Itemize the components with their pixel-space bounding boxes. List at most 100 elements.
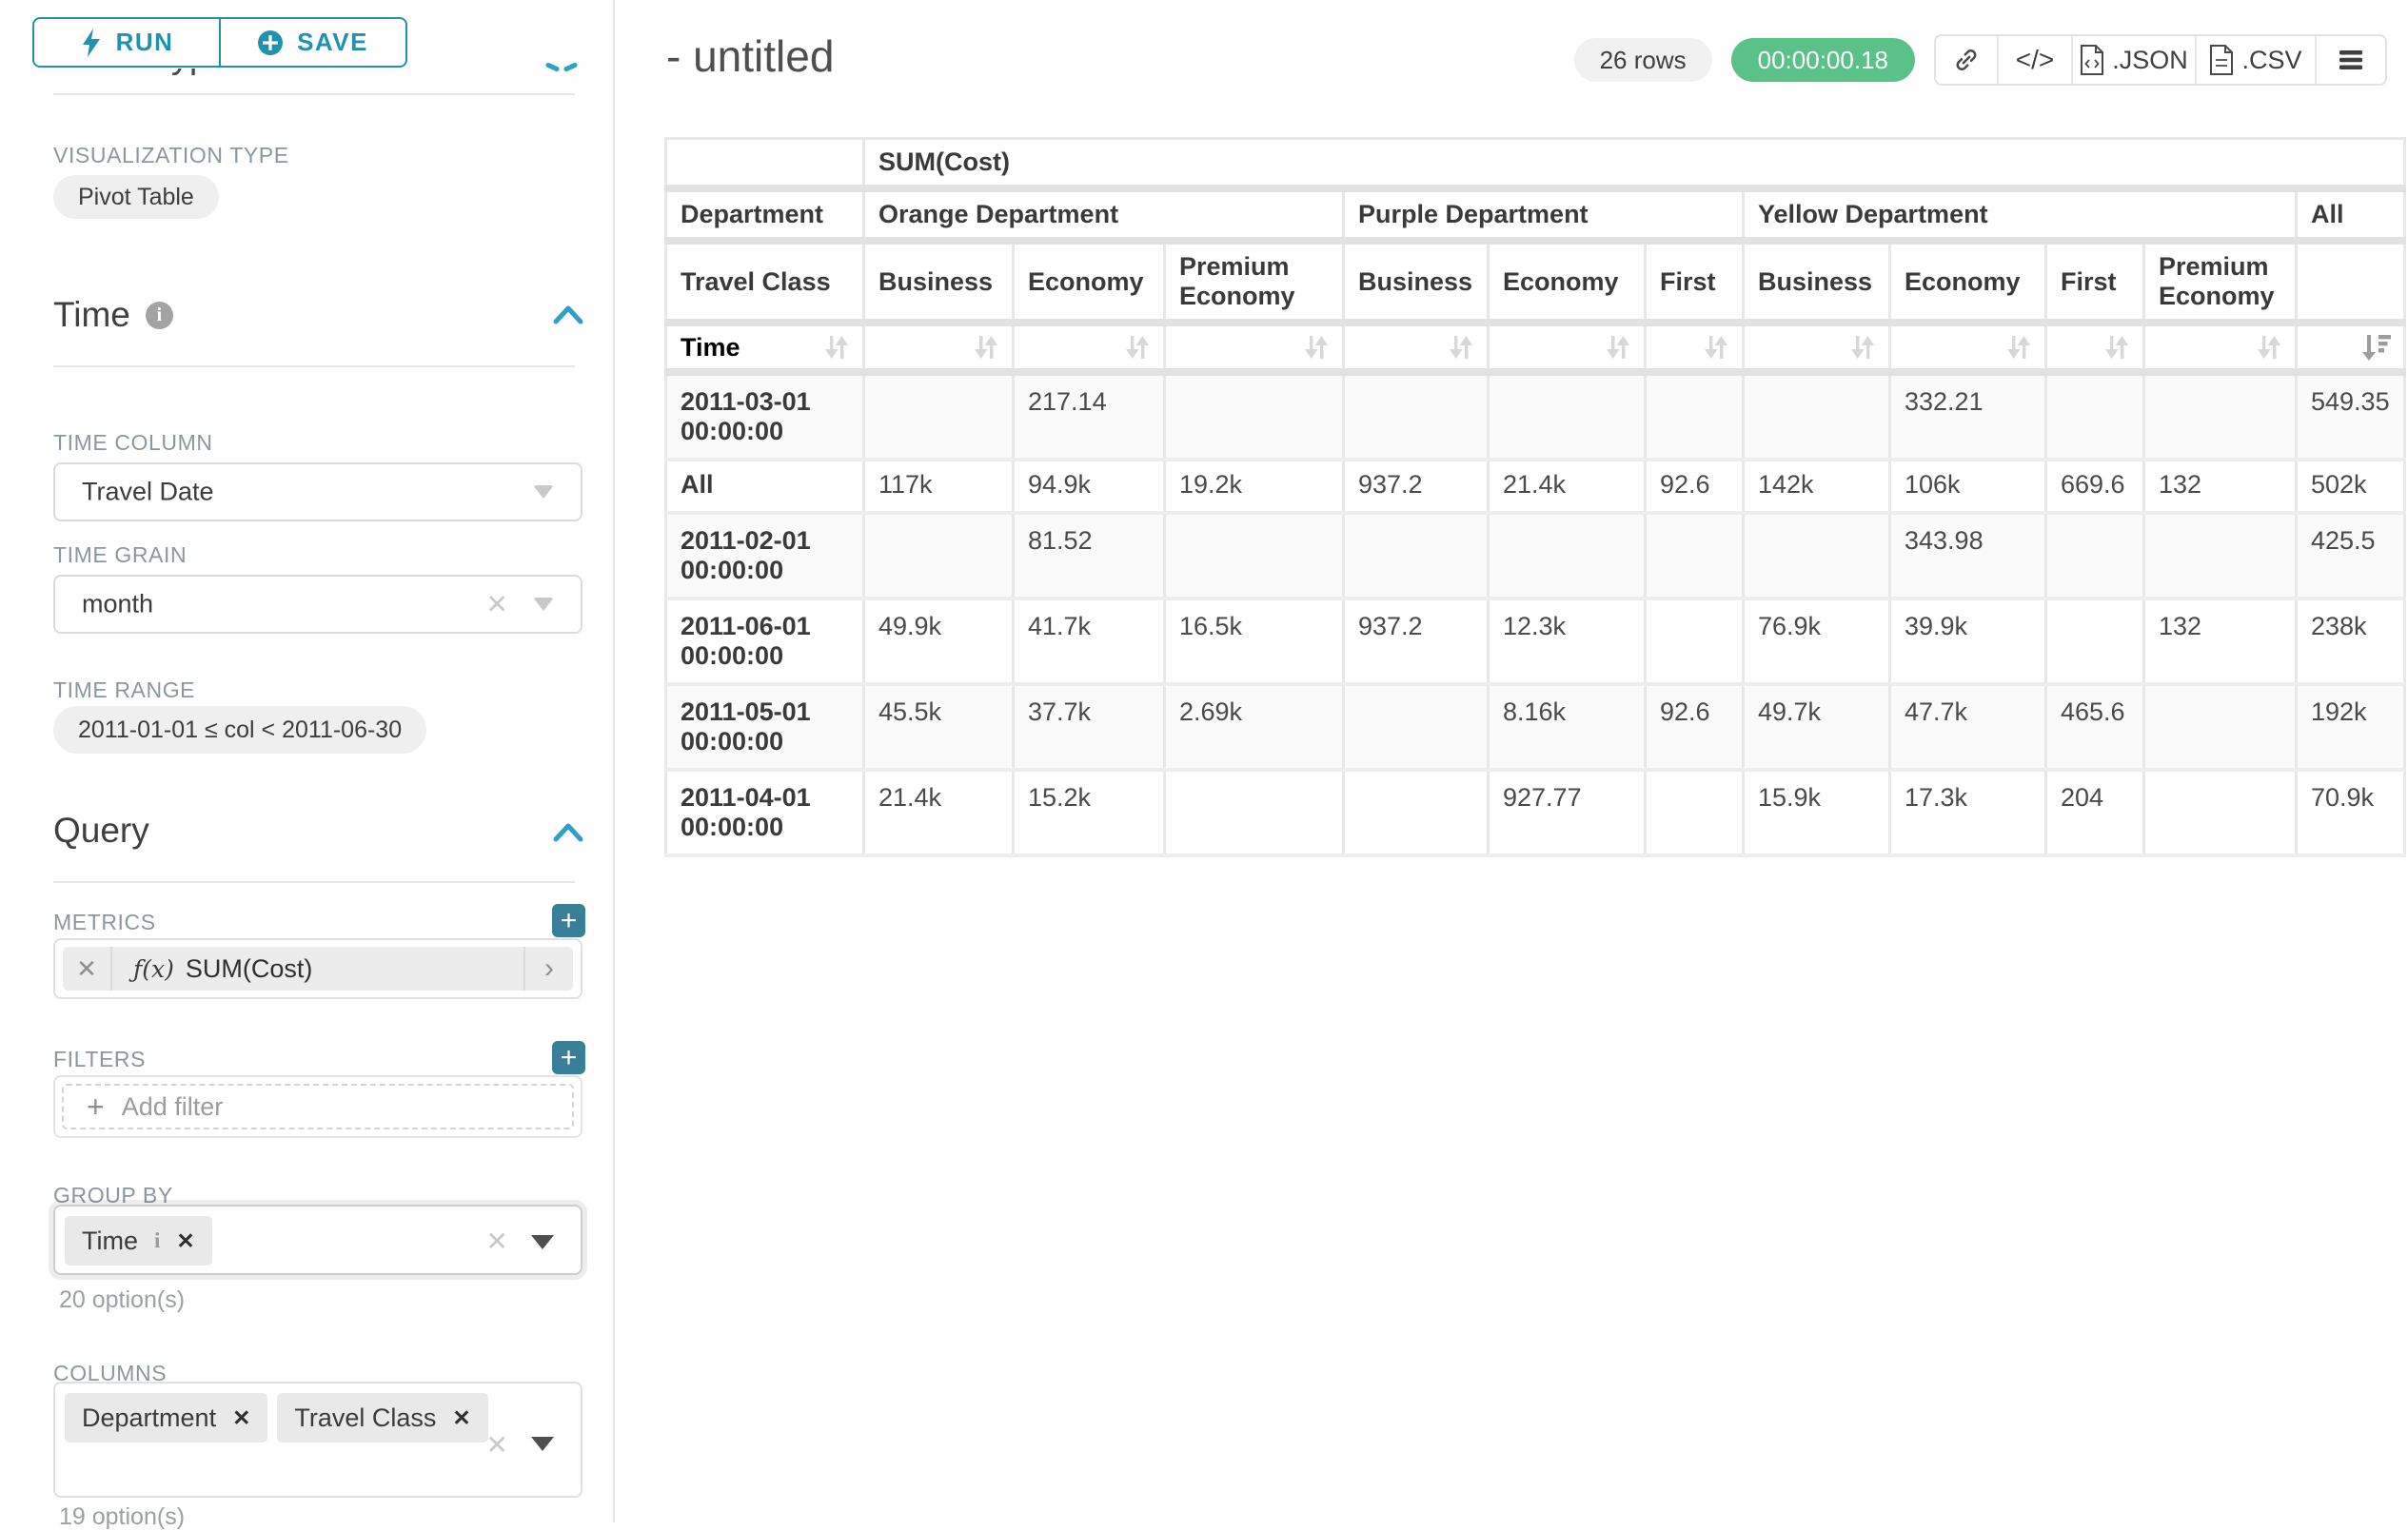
clear-icon[interactable]: ✕ (486, 589, 508, 620)
travel-class-header: Business (1344, 241, 1489, 323)
query-section-header[interactable]: Query (53, 811, 149, 851)
sort-icon[interactable] (2003, 331, 2035, 363)
chevron-down-icon (531, 1235, 554, 1249)
chevron-up-icon[interactable] (552, 820, 584, 845)
sort-icon[interactable] (1121, 331, 1154, 363)
sort-descending-icon[interactable] (2361, 331, 2394, 363)
pivot-cell: 16.5k (1165, 599, 1344, 684)
control-panel-sidebar: Chart Type RUN SAVE VISUALIZATION TYPE P… (0, 0, 615, 1522)
chevron-down-icon (531, 1437, 554, 1451)
time-grain-select[interactable]: month ✕ (53, 575, 582, 634)
sort-icon[interactable] (1700, 331, 1732, 363)
pivot-cell (1646, 513, 1744, 599)
pivot-cell: 669.6 (2046, 460, 2144, 513)
embed-code-button[interactable]: </> (1997, 36, 2071, 84)
pivot-cell (1344, 372, 1489, 460)
time-range-pill[interactable]: 2011-01-01 ≤ col < 2011-06-30 (53, 706, 426, 754)
add-filter-dropzone[interactable]: + Add filter (62, 1084, 574, 1129)
time-axis-label: Time (666, 323, 864, 372)
department-group-header: Purple Department (1344, 188, 1744, 241)
add-metric-button[interactable]: + (552, 904, 585, 937)
hamburger-menu-icon (2338, 49, 2364, 71)
sort-cell[interactable] (2144, 323, 2297, 372)
pivot-cell (2046, 513, 2144, 599)
remove-metric-icon[interactable]: ✕ (63, 947, 112, 991)
pivot-cell: 12.3k (1489, 599, 1646, 684)
pivot-cell (1646, 372, 1744, 460)
group-by-select[interactable]: Timei✕ ✕ (53, 1205, 582, 1275)
remove-token-icon[interactable]: ✕ (232, 1405, 250, 1431)
travel-class-header: Economy (1014, 241, 1165, 323)
pivot-cell: 37.7k (1014, 684, 1165, 770)
sort-cell[interactable] (2297, 323, 2405, 372)
sort-cell[interactable] (1890, 323, 2046, 372)
pivot-cell: 21.4k (1489, 460, 1646, 513)
sort-icon[interactable] (1445, 331, 1477, 363)
clear-icon[interactable]: ✕ (486, 1226, 508, 1257)
pivot-cell: 81.52 (1014, 513, 1165, 599)
pivot-cell (2144, 513, 2297, 599)
sort-icon[interactable] (1846, 331, 1879, 363)
sort-cell[interactable] (2046, 323, 2144, 372)
token-pill[interactable]: Department✕ (65, 1393, 267, 1443)
chevron-right-icon[interactable]: › (523, 947, 573, 991)
columns-tokens: Department✕Travel Class✕ (65, 1393, 488, 1443)
metric-control: ✕ ƒ(x) SUM(Cost) › (53, 938, 582, 999)
run-button[interactable]: RUN (32, 17, 221, 68)
pivot-cell (2144, 372, 2297, 460)
sort-cell[interactable] (864, 323, 1014, 372)
travel-class-header: Premium Economy (1165, 241, 1344, 323)
copy-link-button[interactable] (1936, 36, 1997, 84)
row-label: 2011-05-01 00:00:00 (666, 684, 864, 770)
columns-select[interactable]: Department✕Travel Class✕ ✕ (53, 1382, 582, 1498)
remove-token-icon[interactable]: ✕ (176, 1228, 194, 1254)
pivot-cell: 117k (864, 460, 1014, 513)
sort-icon[interactable] (2101, 331, 2133, 363)
travel-class-header: First (2046, 241, 2144, 323)
pivot-cell: 76.9k (1744, 599, 1890, 684)
pivot-cell: 937.2 (1344, 460, 1489, 513)
sort-icon[interactable] (970, 331, 1002, 363)
file-code-icon (2080, 45, 2104, 75)
file-lines-icon (2209, 45, 2234, 75)
row-label: 2011-02-01 00:00:00 (666, 513, 864, 599)
token-pill[interactable]: Timei✕ (65, 1216, 212, 1266)
sort-cell[interactable] (1014, 323, 1165, 372)
plus-circle-icon (257, 29, 284, 56)
sort-cell[interactable] (1489, 323, 1646, 372)
pivot-cell (864, 372, 1014, 460)
sort-cell[interactable] (1744, 323, 1890, 372)
pivot-cell: 15.2k (1014, 770, 1165, 855)
token-pill[interactable]: Travel Class✕ (277, 1393, 487, 1443)
travel-class-header (2297, 241, 2405, 323)
time-column-select[interactable]: Travel Date (53, 462, 582, 521)
sort-cell[interactable] (1344, 323, 1489, 372)
pivot-cell: 465.6 (2046, 684, 2144, 770)
row-label: 2011-06-01 00:00:00 (666, 599, 864, 684)
menu-button[interactable] (2315, 36, 2385, 84)
row-label: All (666, 460, 864, 513)
viz-type-pill[interactable]: Pivot Table (53, 175, 219, 219)
export-json-button[interactable]: .JSON (2071, 36, 2195, 84)
clear-icon[interactable]: ✕ (486, 1429, 508, 1461)
export-csv-button[interactable]: .CSV (2195, 36, 2315, 84)
pivot-cell: 92.6 (1646, 684, 1744, 770)
metric-pill[interactable]: ✕ ƒ(x) SUM(Cost) › (63, 947, 573, 991)
link-icon (1952, 46, 1981, 74)
add-filter-button[interactable]: + (552, 1041, 585, 1074)
columns-options-hint: 19 option(s) (59, 1503, 185, 1531)
sort-icon[interactable] (1602, 331, 1634, 363)
pivot-cell (1165, 372, 1344, 460)
sort-cell[interactable] (1646, 323, 1744, 372)
time-section-header[interactable]: Time i (53, 295, 173, 335)
plus-icon: + (87, 1091, 105, 1122)
chart-title[interactable]: - untitled (666, 30, 834, 82)
remove-token-icon[interactable]: ✕ (452, 1405, 470, 1431)
save-button[interactable]: SAVE (219, 17, 407, 68)
chevron-up-icon[interactable] (552, 303, 584, 327)
sort-icon[interactable] (2253, 331, 2285, 363)
sort-icon[interactable] (820, 331, 853, 363)
pivot-cell (1344, 770, 1489, 855)
sort-cell[interactable] (1165, 323, 1344, 372)
sort-icon[interactable] (1300, 331, 1332, 363)
